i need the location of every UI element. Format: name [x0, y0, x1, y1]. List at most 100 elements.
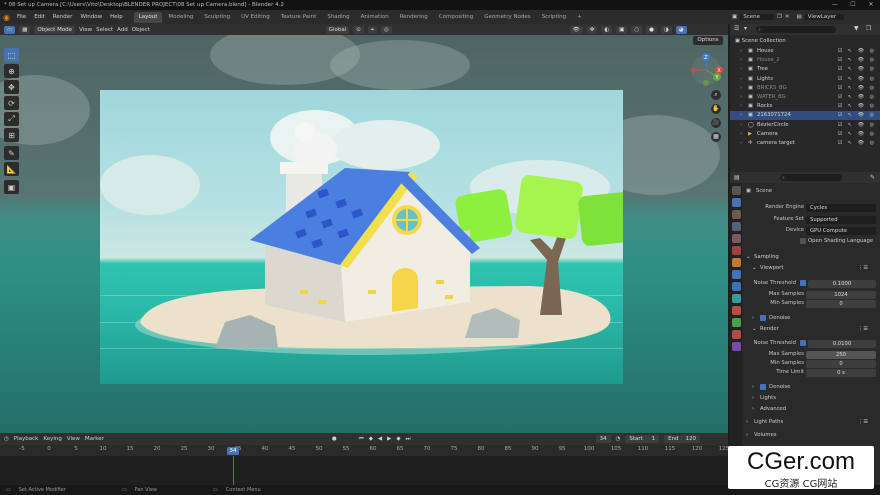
expand-arrow-icon[interactable]: ›: [740, 121, 742, 130]
new-collection-icon[interactable]: ❒: [866, 25, 871, 32]
outliner-row[interactable]: › ▣ House_2 ☑ ↖ 👁 ◎: [730, 56, 880, 65]
viewport-denoise-row[interactable]: › Denoise: [742, 314, 880, 323]
expand-arrow-icon[interactable]: ›: [740, 65, 742, 74]
maximize-button[interactable]: ☐: [844, 0, 862, 10]
close-button[interactable]: ✕: [862, 0, 880, 10]
overlay-icon[interactable]: ◐: [601, 25, 613, 34]
menu-view[interactable]: View: [79, 27, 92, 33]
outliner-row[interactable]: › ▣ Rocks ☑ ↖ 👁 ◎: [730, 102, 880, 111]
zoom-icon[interactable]: ⌕: [711, 90, 721, 100]
visibility-toggle-icons[interactable]: ☑ ↖ 👁 ◎: [838, 111, 876, 120]
xray-icon[interactable]: ▣: [616, 25, 628, 34]
playback-menu[interactable]: Playback: [14, 436, 39, 442]
viewport-max-samples-field[interactable]: 1024: [806, 290, 876, 299]
3d-viewport[interactable]: Z X Y ⌕ ✋ 🎥 ▦: [0, 35, 728, 433]
feature-set-dropdown[interactable]: Supported: [806, 215, 876, 224]
record-icon[interactable]: ●: [332, 436, 337, 442]
visibility-toggle-icons[interactable]: ☑ ↖ 👁 ◎: [838, 130, 876, 139]
properties-search-input[interactable]: ⌕: [780, 174, 842, 181]
world-tab-icon[interactable]: [731, 246, 741, 255]
tab-sculpting[interactable]: Sculpting: [199, 12, 235, 23]
lights-subsection[interactable]: › Lights: [742, 394, 880, 403]
device-dropdown[interactable]: GPU Compute: [806, 226, 876, 235]
cursor-icon[interactable]: ⊕: [4, 64, 19, 78]
select-mode-icon[interactable]: ▭: [4, 25, 16, 34]
tab-animation[interactable]: Animation: [356, 12, 394, 23]
filter-icon[interactable]: ▼: [854, 25, 859, 32]
shading-wire-icon[interactable]: ○: [631, 25, 643, 34]
rotate-icon[interactable]: ⟳: [4, 96, 19, 110]
render-min-samples-field[interactable]: 0: [806, 359, 876, 368]
tool-tab-icon[interactable]: [731, 186, 741, 195]
menu-help[interactable]: Help: [106, 10, 127, 24]
pin-icon[interactable]: ✎: [870, 174, 875, 181]
minimize-button[interactable]: —: [826, 0, 844, 10]
modifier-tab-icon[interactable]: [731, 270, 741, 279]
jump-end-icon[interactable]: ⏭: [406, 436, 411, 443]
expand-arrow-icon[interactable]: ›: [740, 56, 742, 65]
tab-shading[interactable]: Shading: [322, 12, 354, 23]
visibility-toggle-icons[interactable]: ☑ ↖ 👁 ◎: [838, 47, 876, 56]
camera-view-icon[interactable]: 🎥: [711, 118, 721, 128]
presets-icon[interactable]: ⋮☰: [858, 264, 868, 273]
data-tab-icon[interactable]: [731, 318, 741, 327]
outliner-row[interactable]: › ◯ BézierCircle ☑ ↖ 👁 ◎: [730, 121, 880, 130]
expand-arrow-icon[interactable]: ›: [740, 130, 742, 139]
expand-arrow-icon[interactable]: ›: [740, 47, 742, 56]
visibility-toggle-icons[interactable]: ☑ ↖ 👁 ◎: [838, 102, 876, 111]
timeline-editor-icon[interactable]: ◷: [4, 436, 9, 442]
view-menu[interactable]: View: [67, 436, 80, 442]
expand-arrow-icon[interactable]: ›: [740, 111, 742, 120]
transform-orientation-dropdown[interactable]: Global: [325, 25, 350, 34]
play-reverse-icon[interactable]: ◀: [378, 436, 382, 442]
visibility-icon[interactable]: 👁: [569, 25, 583, 34]
outliner-row[interactable]: › ▶ Camera ☑ ↖ 👁 ◎: [730, 130, 880, 139]
expand-arrow-icon[interactable]: ›: [740, 75, 742, 84]
render-max-samples-field[interactable]: 250: [806, 350, 876, 359]
marker-menu[interactable]: Marker: [85, 436, 104, 442]
visibility-toggle-icons[interactable]: ☑ ↖ 👁 ◎: [838, 121, 876, 130]
menu-edit[interactable]: Edit: [30, 10, 49, 24]
transform-icon[interactable]: ⊞: [4, 128, 19, 142]
expand-arrow-icon[interactable]: ›: [740, 102, 742, 111]
tab-texture-paint[interactable]: Texture Paint: [276, 12, 322, 23]
scene-name[interactable]: Scene: [740, 14, 774, 20]
render-denoise-row[interactable]: › Denoise: [742, 383, 880, 392]
snap-icon[interactable]: ⌖: [367, 25, 377, 34]
next-key-icon[interactable]: ◆: [396, 436, 400, 442]
expand-arrow-icon[interactable]: ›: [740, 139, 742, 148]
shading-solid-icon[interactable]: ●: [646, 25, 657, 34]
prev-key-icon[interactable]: ◆: [369, 436, 373, 442]
move-icon[interactable]: ✥: [4, 80, 19, 94]
menu-select[interactable]: Select: [96, 27, 113, 33]
outliner-row[interactable]: › ▣ BRICKS_BG ☑ ↖ 👁 ◎: [730, 84, 880, 93]
visibility-toggle-icons[interactable]: ☑ ↖ 👁 ◎: [838, 56, 876, 65]
output-tab-icon[interactable]: [731, 210, 741, 219]
jump-start-icon[interactable]: ⏮: [359, 436, 364, 443]
blender-logo-icon[interactable]: ◉: [3, 13, 10, 22]
expand-arrow-icon[interactable]: ›: [740, 84, 742, 93]
copy-icon[interactable]: ❐: [777, 14, 782, 20]
viewport-min-samples-field[interactable]: 0: [806, 299, 876, 308]
render-tab-icon[interactable]: [731, 198, 741, 207]
texture-tab-icon[interactable]: [731, 342, 741, 351]
outliner-row[interactable]: › ▣ House ☑ ↖ 👁 ◎: [730, 47, 880, 56]
annotate-icon[interactable]: ✎: [4, 146, 19, 160]
tab-rendering[interactable]: Rendering: [395, 12, 433, 23]
sampling-section[interactable]: ⌄ Sampling: [742, 253, 880, 262]
measure-icon[interactable]: 📐: [4, 162, 19, 176]
menu-add[interactable]: Add: [117, 27, 128, 33]
proportional-edit-icon[interactable]: ◎: [380, 25, 392, 34]
start-frame-field[interactable]: Start 1: [625, 435, 660, 443]
viewport-noise-threshold-field[interactable]: 0.1000: [808, 279, 876, 288]
outliner-search-input[interactable]: ⌕: [756, 26, 836, 33]
add-workspace-button[interactable]: +: [572, 12, 587, 23]
navigation-gizmo[interactable]: Z X Y: [689, 53, 723, 87]
render-engine-dropdown[interactable]: Cycles: [806, 203, 876, 212]
volumes-section[interactable]: › Volumes: [742, 431, 880, 440]
light-paths-section[interactable]: › Light Paths ⋮☰: [742, 418, 880, 427]
select-box-icon[interactable]: ⬚: [4, 48, 19, 62]
shading-material-icon[interactable]: ◑: [660, 25, 672, 34]
pan-hand-icon[interactable]: ✋: [711, 104, 721, 114]
time-limit-field[interactable]: 0 s: [806, 368, 876, 377]
